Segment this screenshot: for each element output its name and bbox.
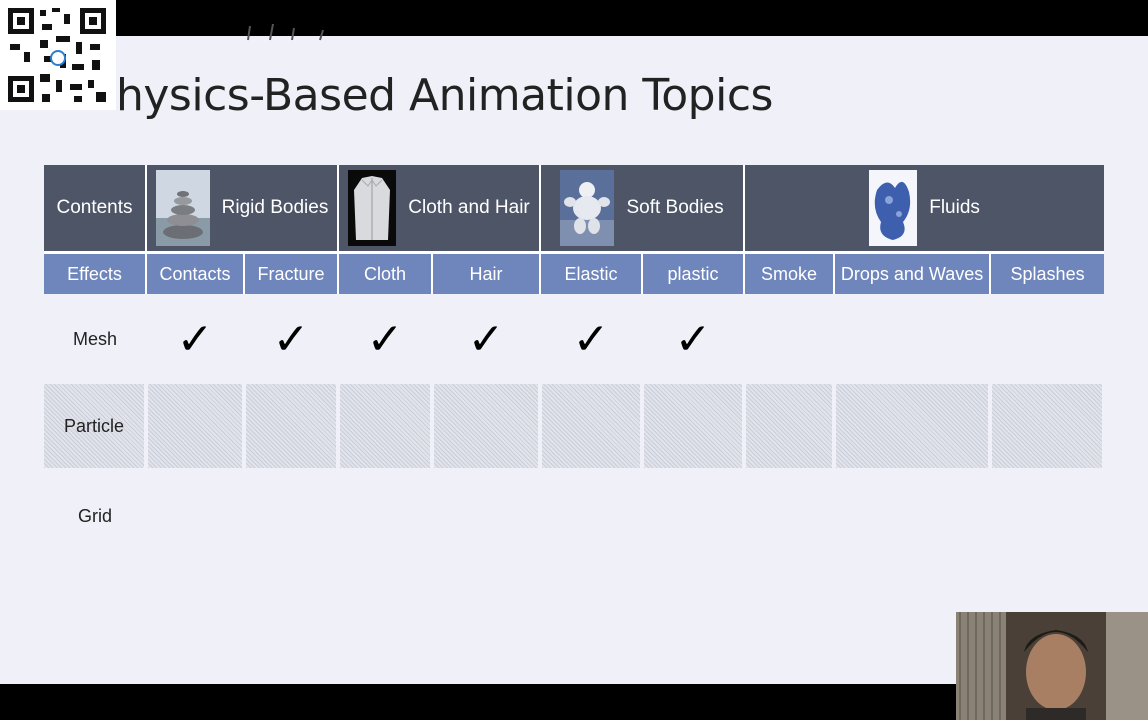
effects-label: Effects	[44, 254, 147, 294]
mesh-empty-cell	[990, 294, 1104, 384]
webcam-video	[956, 612, 1148, 720]
mesh-label: Mesh	[72, 328, 117, 349]
contents-label: Contents	[56, 197, 133, 218]
particle-cell	[540, 384, 645, 468]
particle-cell	[244, 384, 341, 468]
jacket-icon	[348, 170, 397, 246]
effects-row: Effects Contacts Fracture Cloth Hair Ela…	[44, 254, 1105, 294]
contents-header-row: Contents Rigid Bodies Cloth and Hair Sof…	[44, 165, 1105, 251]
qr-code-icon	[0, 0, 116, 110]
particle-cell	[834, 384, 993, 468]
category-soft-bodies: Soft Bodies	[540, 165, 746, 251]
grid-cell	[338, 468, 432, 564]
particle-cell	[990, 384, 1107, 468]
fluid-splash-icon	[869, 170, 918, 246]
category-cloth-and-hair: Cloth and Hair	[338, 165, 542, 251]
mesh-checkmark: ✓	[467, 313, 505, 365]
category-fluids: Fluids	[744, 165, 1105, 251]
particle-cell	[432, 384, 543, 468]
mesh-checkmark: ✓	[674, 313, 712, 365]
mesh-checkmark: ✓	[272, 313, 310, 365]
category-label: Soft Bodies	[626, 197, 724, 218]
michelin-man-icon	[560, 170, 615, 246]
grid-cell	[540, 468, 642, 564]
topics-table: Contents Rigid Bodies Cloth and Hair Sof…	[44, 165, 1107, 564]
mesh-empty-cell	[834, 294, 990, 384]
mesh-empty-cell	[744, 294, 834, 384]
particle-cell	[642, 384, 747, 468]
grid-label: Grid	[77, 505, 112, 526]
category-label: Cloth and Hair	[408, 197, 530, 218]
grid-row: Grid	[44, 468, 1104, 564]
mesh-checkmark: ✓	[176, 313, 214, 365]
contents-label-cell: Contents	[44, 165, 147, 251]
mesh-checkmark: ✓	[572, 313, 610, 365]
effect-plastic: plastic	[642, 254, 746, 294]
effect-drops-and-waves: Drops and Waves	[834, 254, 992, 294]
title-fragment-decoration	[247, 23, 324, 41]
particle-row: Particle	[44, 384, 1107, 468]
effect-smoke: Smoke	[744, 254, 836, 294]
grid-cell	[244, 468, 338, 564]
category-label: Fluids	[929, 197, 980, 218]
slide-title: hysics-Based Animation Topics	[116, 70, 773, 121]
grid-cell	[744, 468, 834, 564]
mesh-row: Mesh ✓ ✓ ✓ ✓ ✓ ✓	[44, 294, 1104, 384]
particle-label: Particle	[44, 384, 148, 468]
particle-cell	[744, 384, 837, 468]
grid-cell	[642, 468, 744, 564]
stacked-stones-icon	[155, 170, 210, 246]
effect-fracture: Fracture	[244, 254, 340, 294]
category-rigid-bodies: Rigid Bodies	[146, 165, 340, 251]
particle-cell	[338, 384, 435, 468]
particle-cell	[146, 384, 246, 468]
grid-cell	[146, 468, 244, 564]
grid-cell	[432, 468, 540, 564]
effect-contacts: Contacts	[146, 254, 245, 294]
effect-splashes: Splashes	[990, 254, 1105, 294]
effect-hair: Hair	[432, 254, 542, 294]
category-label: Rigid Bodies	[221, 197, 329, 218]
grid-cell	[834, 468, 990, 564]
mesh-checkmark: ✓	[366, 313, 404, 365]
grid-cell	[990, 468, 1104, 564]
effect-cloth: Cloth	[338, 254, 434, 294]
webcam-person-image	[956, 612, 1148, 720]
effect-elastic: Elastic	[540, 254, 644, 294]
